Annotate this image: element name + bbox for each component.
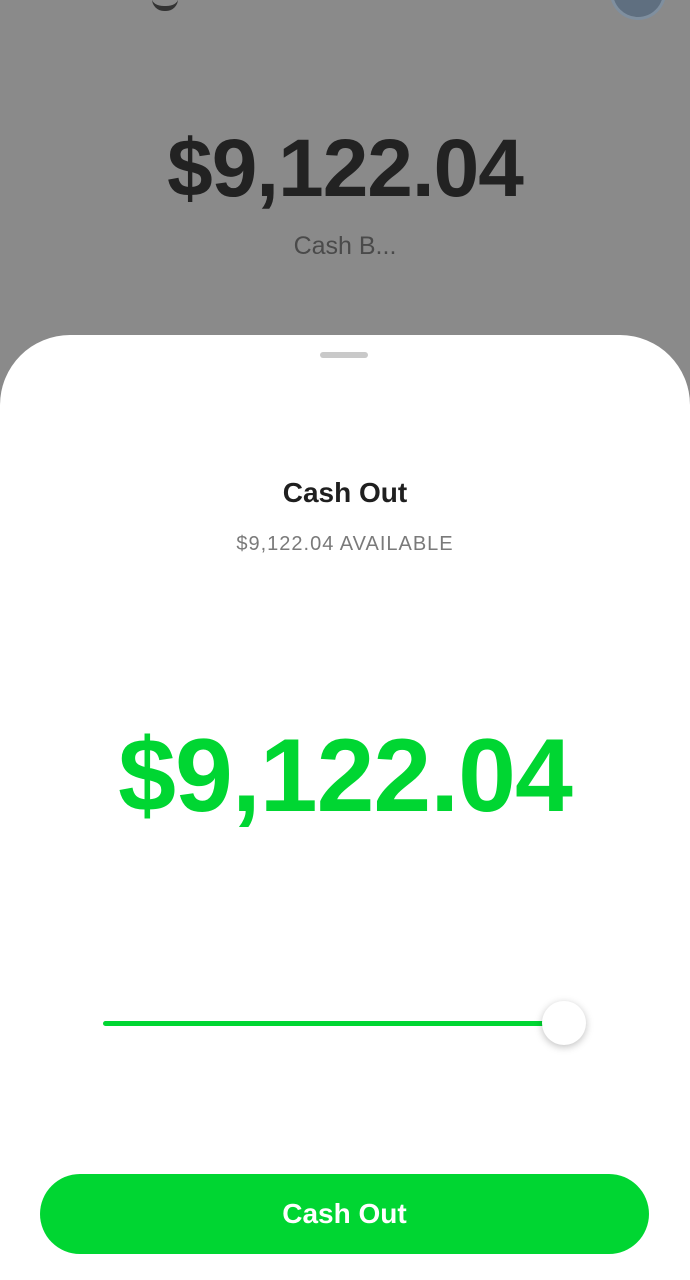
cash-out-amount: $9,122.04 [118, 718, 573, 834]
available-balance: $9,122.04 AVAILABLE [236, 533, 454, 555]
sheet-title: Cash Out [282, 477, 408, 508]
amount-slider-thumb[interactable] [542, 1001, 586, 1045]
background-balance: $9,122.04 [167, 123, 524, 214]
partial-header-glyph [152, 0, 178, 11]
amount-slider-track[interactable] [103, 1021, 565, 1026]
cash-out-button[interactable]: Cash Out [40, 1174, 649, 1254]
cash-out-sheet: Cash Out $9,122.04 AVAILABLE $9,122.04 C… [0, 335, 690, 1280]
sheet-drag-handle[interactable] [320, 352, 368, 358]
avatar[interactable] [610, 0, 666, 20]
background-balance-label: Cash B... [293, 232, 397, 260]
